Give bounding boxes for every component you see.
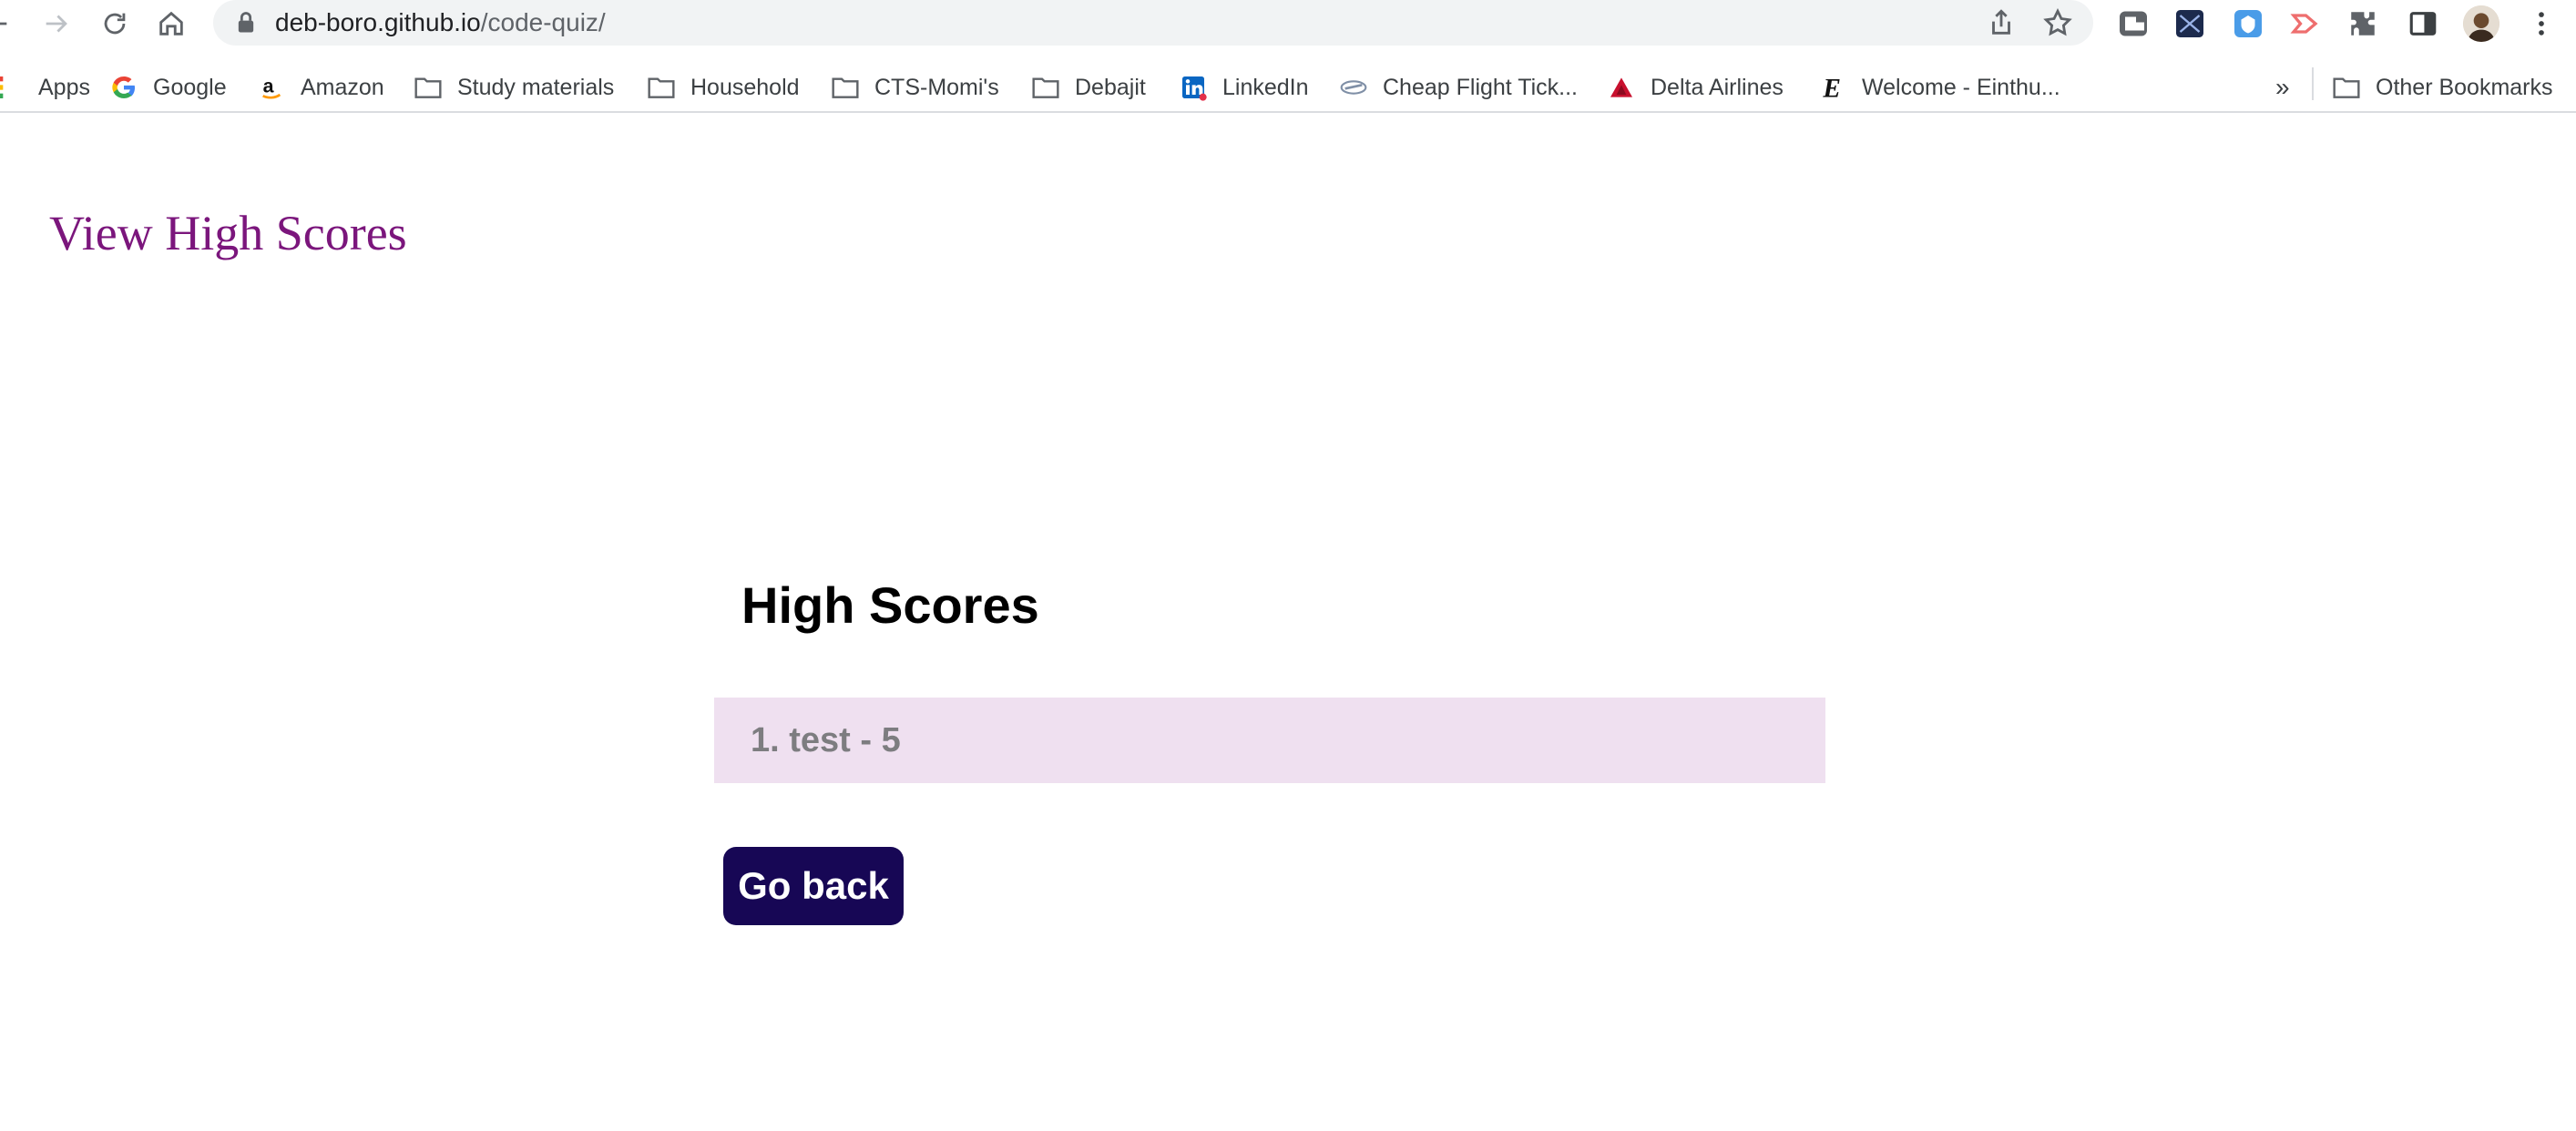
bookmark-label: Amazon xyxy=(301,74,384,100)
reload-icon[interactable] xyxy=(95,4,135,44)
bookmark-delta-airlines[interactable]: Delta Airlines xyxy=(1607,67,1784,107)
bookmark-label: Apps xyxy=(38,74,90,100)
bookmark-label: Welcome - Einthu... xyxy=(1862,74,2060,100)
browser-toolbar: deb-boro.github.io/code-quiz/ xyxy=(0,0,2576,47)
bookmarks-divider xyxy=(2312,67,2314,100)
url-host: deb-boro.github.io xyxy=(275,8,481,36)
linkedin-icon xyxy=(1179,73,1208,102)
plane-icon xyxy=(1339,73,1368,102)
bookmark-label: Debajit xyxy=(1075,74,1146,100)
side-panel-icon[interactable] xyxy=(2405,5,2441,42)
extension-3-icon[interactable] xyxy=(2230,5,2266,42)
bookmark-label: LinkedIn xyxy=(1222,74,1309,100)
profile-avatar[interactable] xyxy=(2463,5,2499,42)
bookmark-google[interactable]: Google xyxy=(109,67,227,107)
bookmark-label: Delta Airlines xyxy=(1651,74,1784,100)
bookmark-linkedin[interactable]: LinkedIn xyxy=(1179,67,1309,107)
url-text[interactable]: deb-boro.github.io/code-quiz/ xyxy=(275,7,606,38)
bookmark-amazon[interactable]: a Amazon xyxy=(257,67,384,107)
amazon-icon: a xyxy=(257,73,286,102)
bookmarks-overflow-button[interactable]: » xyxy=(2275,67,2290,107)
other-bookmarks[interactable]: Other Bookmarks xyxy=(2332,67,2553,107)
svg-text:E: E xyxy=(1822,75,1841,102)
einthusan-icon: E xyxy=(1818,73,1847,102)
bookmark-label: Household xyxy=(690,74,800,100)
bookmark-label: CTS-Momi's xyxy=(874,74,999,100)
bookmark-household[interactable]: Household xyxy=(647,67,800,107)
google-icon xyxy=(109,73,138,102)
bookmark-einthusan[interactable]: E Welcome - Einthu... xyxy=(1818,67,2060,107)
folder-icon xyxy=(647,73,676,102)
folder-icon xyxy=(414,73,443,102)
view-high-scores-link[interactable]: View High Scores xyxy=(49,200,407,266)
folder-icon xyxy=(831,73,860,102)
bookmark-star-icon[interactable] xyxy=(2042,7,2075,40)
bookmark-label: Study materials xyxy=(457,74,615,100)
folder-icon xyxy=(1031,73,1060,102)
bookmark-debajit[interactable]: Debajit xyxy=(1031,67,1146,107)
bookmark-cheap-flight[interactable]: Cheap Flight Tick... xyxy=(1339,67,1578,107)
folder-icon xyxy=(2332,73,2361,102)
extensions-puzzle-icon[interactable] xyxy=(2345,5,2381,42)
bookmark-apps[interactable]: Apps xyxy=(0,67,90,107)
address-bar[interactable]: deb-boro.github.io/code-quiz/ xyxy=(213,0,2093,46)
go-back-button[interactable]: Go back xyxy=(723,847,904,925)
list-item: 1. test - 5 xyxy=(751,721,901,759)
share-icon[interactable] xyxy=(1986,7,2019,40)
url-path: /code-quiz/ xyxy=(480,8,606,36)
delta-icon xyxy=(1607,73,1636,102)
lock-icon[interactable] xyxy=(233,10,259,36)
high-scores-list: 1. test - 5 xyxy=(714,698,1825,783)
extension-1-icon[interactable] xyxy=(2115,5,2152,42)
page-title: High Scores xyxy=(741,576,1039,634)
svg-text:a: a xyxy=(263,75,274,97)
bookmark-cts-momis[interactable]: CTS-Momi's xyxy=(831,67,999,107)
apps-grid-icon xyxy=(0,73,24,102)
bookmark-label: Cheap Flight Tick... xyxy=(1383,74,1578,100)
home-icon[interactable] xyxy=(151,4,191,44)
extension-4-icon[interactable] xyxy=(2286,5,2323,42)
bookmark-study-materials[interactable]: Study materials xyxy=(414,67,614,107)
back-icon[interactable] xyxy=(0,4,16,44)
other-bookmarks-label: Other Bookmarks xyxy=(2376,74,2553,100)
forward-icon[interactable] xyxy=(36,4,77,44)
extension-2-icon[interactable] xyxy=(2172,5,2208,42)
overflow-chevron-icon: » xyxy=(2275,73,2290,101)
bookmark-label: Google xyxy=(153,74,227,100)
bookmarks-bar: Apps Google a Amazon Study materials Hou… xyxy=(0,62,2576,113)
menu-kebab-icon[interactable] xyxy=(2521,4,2561,44)
